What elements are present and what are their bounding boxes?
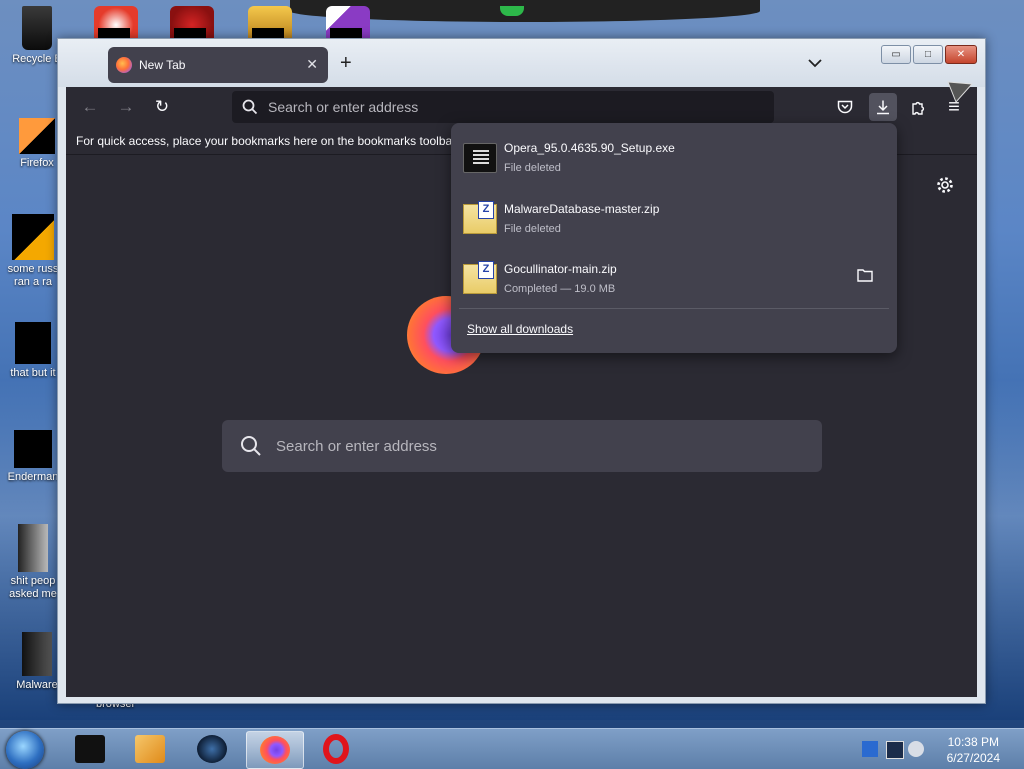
downloads-panel: Opera_95.0.4635.90_Setup.exe File delete… (451, 123, 897, 353)
download-status: File deleted (504, 223, 561, 235)
download-status: Completed — 19.0 MB (504, 283, 616, 295)
bookmarks-empty-message: For quick access, place your bookmarks h… (76, 134, 459, 148)
reload-button[interactable]: ↻ (150, 95, 174, 119)
downloads-button[interactable] (869, 93, 897, 121)
download-icon (877, 100, 889, 115)
clock-date: 6/27/2024 (946, 751, 1000, 765)
newtab-search-box[interactable]: Search or enter address (222, 420, 822, 472)
minimize-icon: ▭ (891, 49, 901, 60)
settings-button[interactable] (936, 176, 954, 199)
firefox-icon (116, 57, 132, 73)
pocket-button[interactable] (833, 95, 857, 119)
maximize-icon: □ (924, 49, 932, 60)
show-all-downloads-link[interactable]: Show all downloads (467, 322, 573, 336)
steam-icon (197, 735, 227, 763)
media-player-icon (135, 735, 165, 763)
search-icon (242, 99, 258, 115)
mouse-cursor-icon (947, 81, 974, 103)
download-status: File deleted (504, 162, 561, 174)
network-icon[interactable] (886, 741, 904, 759)
top-overlay-indicator (500, 6, 524, 16)
back-button[interactable]: ← (78, 95, 102, 119)
show-in-folder-button[interactable] (857, 268, 879, 290)
taskbar-app-steam[interactable] (184, 731, 240, 767)
navigation-toolbar: ← → ↻ Search or enter address ≡ (66, 87, 977, 127)
recycle-bin-icon (22, 6, 52, 50)
folder-icon (18, 524, 48, 572)
zip-file-icon: Z (463, 201, 497, 234)
minimize-button[interactable]: ▭ (881, 45, 911, 64)
forward-button[interactable]: → (114, 95, 138, 119)
forward-arrow-icon: → (117, 97, 135, 116)
title-bar: New Tab ✕ + ▭ □ ✕ (58, 39, 985, 87)
firefox-icon (260, 736, 290, 764)
volume-icon[interactable] (908, 741, 924, 757)
close-icon: ✕ (956, 49, 966, 60)
firefox-icon (19, 118, 55, 154)
newtab-search-placeholder: Search or enter address (276, 437, 437, 455)
search-icon (241, 436, 261, 456)
folder-icon (14, 430, 52, 468)
taskbar: 10:38 PM 6/27/2024 (0, 728, 1024, 769)
system-tray: 10:38 PM 6/27/2024 (854, 729, 1024, 769)
download-item[interactable]: Z MalwareDatabase-master.zip File delete… (461, 192, 887, 248)
opera-icon (323, 734, 349, 764)
url-placeholder: Search or enter address (268, 99, 419, 115)
extensions-button[interactable] (906, 95, 930, 119)
back-arrow-icon: ← (81, 97, 99, 116)
start-button[interactable] (6, 731, 44, 769)
maximize-button[interactable]: □ (913, 45, 943, 64)
download-filename: Gocullinator-main.zip (504, 262, 617, 276)
taskbar-app-media-player[interactable] (122, 731, 178, 767)
gear-icon (937, 177, 953, 193)
exe-file-icon (463, 143, 497, 173)
terminal-icon (75, 735, 105, 763)
close-tab-icon[interactable]: ✕ (306, 56, 318, 73)
download-filename: Opera_95.0.4635.90_Setup.exe (504, 141, 675, 155)
panel-divider (459, 308, 889, 309)
puzzle-icon (911, 101, 924, 115)
clock[interactable]: 10:38 PM 6/27/2024 (947, 734, 1000, 766)
pocket-icon (837, 100, 853, 113)
new-tab-button[interactable]: + (340, 52, 352, 75)
download-filename: MalwareDatabase-master.zip (504, 202, 660, 216)
taskbar-app-opera[interactable] (308, 731, 364, 767)
shortcut-icon (15, 322, 51, 364)
tab-new-tab[interactable]: New Tab ✕ (108, 47, 328, 83)
url-bar[interactable]: Search or enter address (232, 91, 774, 123)
taskbar-app-firefox[interactable] (246, 731, 304, 769)
clock-time: 10:38 PM (947, 735, 999, 749)
zip-file-icon: Z (463, 261, 497, 294)
window-controls: ▭ □ ✕ (879, 45, 977, 64)
close-window-button[interactable]: ✕ (945, 45, 977, 64)
folder-icon (857, 269, 873, 282)
chevron-down-icon (808, 59, 822, 68)
bluetooth-icon[interactable] (862, 741, 878, 757)
reload-icon: ↻ (154, 97, 170, 116)
folder-icon (22, 632, 52, 676)
tab-title: New Tab (139, 58, 186, 72)
download-item[interactable]: Z Gocullinator-main.zip Completed — 19.0… (461, 252, 887, 308)
download-item[interactable]: Opera_95.0.4635.90_Setup.exe File delete… (461, 131, 887, 187)
taskbar-app-terminal[interactable] (62, 731, 118, 767)
file-icon (12, 214, 54, 260)
list-all-tabs-button[interactable] (808, 55, 822, 71)
